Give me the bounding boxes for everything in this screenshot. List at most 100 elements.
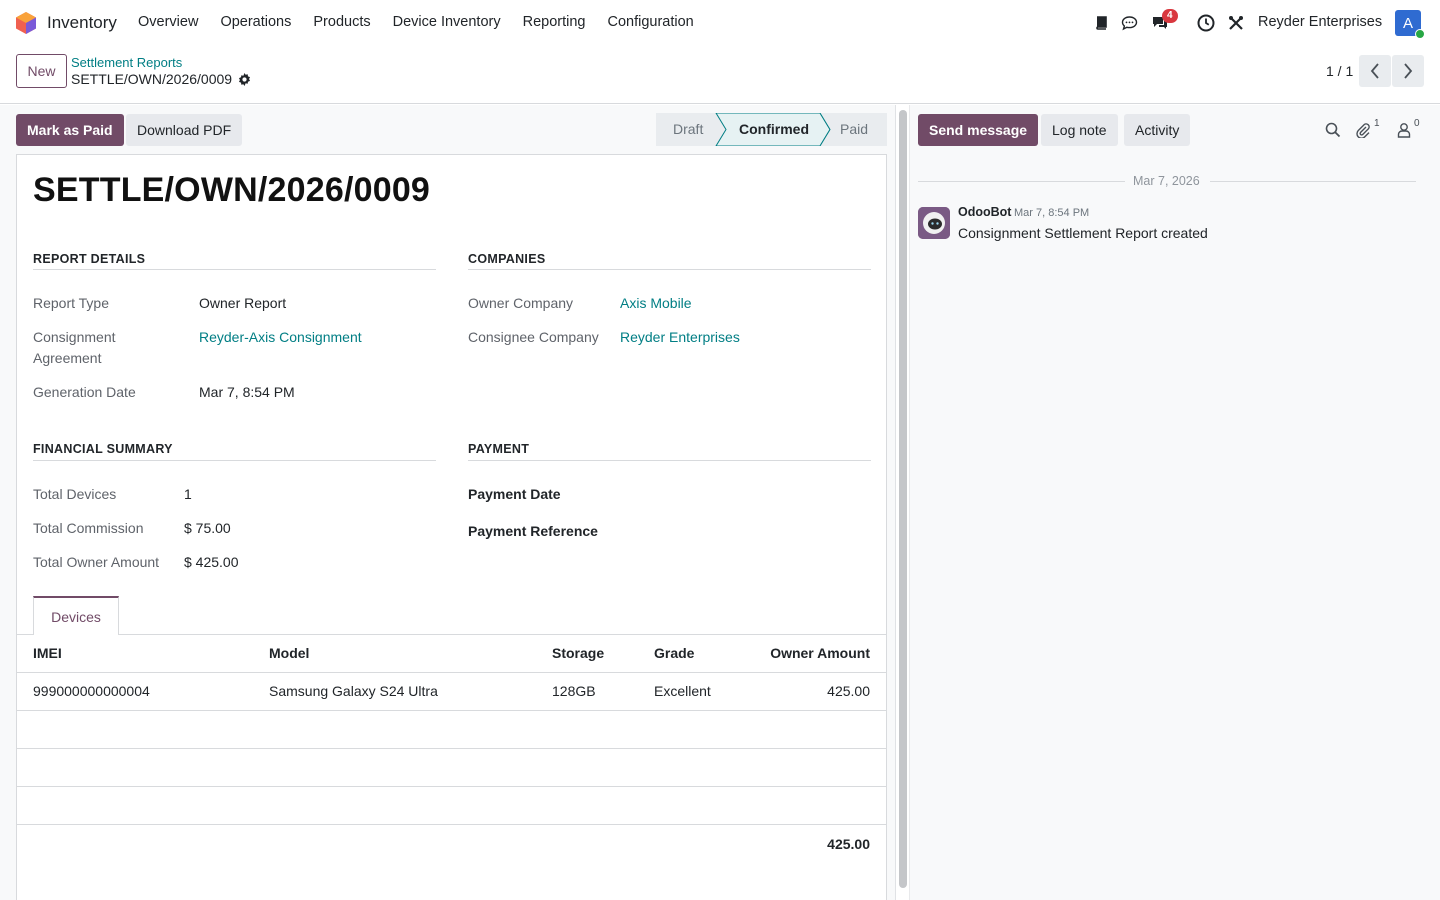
- total-commission-value: $ 75.00: [184, 520, 231, 536]
- pager-previous-button[interactable]: [1359, 55, 1391, 87]
- menu-operations[interactable]: Operations: [220, 14, 291, 30]
- user-icon: [1397, 123, 1411, 138]
- total-devices-label: Total Devices: [33, 486, 117, 502]
- message-author[interactable]: OdooBot: [958, 205, 1011, 219]
- table-total: 425.00: [827, 836, 870, 852]
- total-owner-amount-value: $ 425.00: [184, 554, 239, 570]
- user-avatar[interactable]: A: [1395, 10, 1425, 39]
- followers-button[interactable]: 0: [1397, 118, 1427, 141]
- consignee-company-link[interactable]: Reyder Enterprises: [620, 327, 740, 348]
- companies-heading: COMPANIES: [468, 252, 546, 266]
- app-name[interactable]: Inventory: [47, 13, 117, 33]
- column-owner-amount[interactable]: Owner Amount: [770, 645, 870, 661]
- financial-summary-heading: FINANCIAL SUMMARY: [33, 442, 173, 456]
- main-menu: Overview Operations Products Device Inve…: [138, 14, 716, 30]
- menu-reporting[interactable]: Reporting: [523, 14, 586, 30]
- date-separator-text: Mar 7, 2026: [1133, 174, 1200, 188]
- date-separator-line-left: [918, 181, 1125, 182]
- date-separator: Mar 7, 2026: [918, 174, 1416, 188]
- menu-device-inventory[interactable]: Device Inventory: [393, 14, 501, 30]
- agreement-label-line2: Agreement: [33, 350, 102, 366]
- report-details-divider: [33, 269, 436, 270]
- gear-icon[interactable]: [238, 72, 251, 86]
- payment-divider: [468, 460, 871, 461]
- total-owner-amount-label: Total Owner Amount: [33, 554, 160, 570]
- form-scrollbar[interactable]: [899, 110, 907, 888]
- owner-company-link[interactable]: Axis Mobile: [620, 293, 692, 314]
- attachments-count: 1: [1374, 118, 1380, 129]
- empty-table-row: [17, 749, 886, 787]
- pager-next-button[interactable]: [1392, 55, 1424, 87]
- owner-company-label: Owner Company: [468, 295, 574, 311]
- paperclip-icon: [1356, 123, 1370, 138]
- cell-owner-amount: 425.00: [827, 683, 870, 699]
- tab-devices[interactable]: Devices: [33, 596, 119, 635]
- activity-button[interactable]: Activity: [1124, 114, 1191, 146]
- column-storage[interactable]: Storage: [552, 645, 604, 661]
- empty-table-row: [17, 711, 886, 749]
- download-pdf-button[interactable]: Download PDF: [126, 114, 243, 146]
- menu-configuration[interactable]: Configuration: [607, 14, 693, 30]
- payment-heading: PAYMENT: [468, 442, 530, 456]
- search-icon[interactable]: [1325, 122, 1341, 138]
- report-type-label: Report Type: [33, 295, 110, 311]
- column-imei[interactable]: IMEI: [33, 645, 62, 661]
- date-separator-line-right: [1210, 181, 1416, 182]
- control-panel: New Settlement Reports SETTLE/OWN/2026/0…: [0, 46, 1440, 104]
- new-button[interactable]: New: [16, 54, 67, 88]
- cell-storage: 128GB: [552, 683, 596, 699]
- report-type-value[interactable]: Owner Report: [199, 293, 286, 314]
- status-paid[interactable]: Paid: [840, 121, 868, 137]
- chatter-panel: Send message Log note Activity 1 0 Mar 7…: [910, 105, 1440, 900]
- column-model[interactable]: Model: [269, 645, 309, 661]
- pager-value[interactable]: 1 / 1: [1326, 63, 1353, 79]
- total-devices-value: 1: [184, 486, 192, 502]
- breadcrumb-current-record: SETTLE/OWN/2026/0009: [71, 71, 251, 87]
- payment-reference-label: Payment Reference: [468, 523, 598, 539]
- record-name: SETTLE/OWN/2026/0009: [71, 71, 233, 87]
- send-message-button[interactable]: Send message: [918, 114, 1039, 146]
- menu-overview[interactable]: Overview: [138, 14, 198, 30]
- clock-icon[interactable]: [1196, 13, 1216, 33]
- robot-icon: [918, 207, 950, 239]
- cell-model: Samsung Galaxy S24 Ultra: [269, 683, 438, 699]
- cell-grade: Excellent: [654, 683, 711, 699]
- book-icon[interactable]: [1091, 13, 1111, 33]
- generation-date-label: Generation Date: [33, 384, 136, 400]
- form-sheet: SETTLE/OWN/2026/0009 REPORT DETAILS Repo…: [16, 154, 887, 900]
- tools-icon[interactable]: [1226, 13, 1246, 33]
- record-title: SETTLE/OWN/2026/0009: [33, 171, 431, 209]
- log-note-button[interactable]: Log note: [1041, 114, 1118, 146]
- column-grade[interactable]: Grade: [654, 645, 694, 661]
- attachments-button[interactable]: 1: [1355, 118, 1385, 141]
- messages-icon[interactable]: 4: [1150, 9, 1178, 33]
- company-switcher[interactable]: Reyder Enterprises: [1258, 14, 1382, 30]
- total-commission-label: Total Commission: [33, 520, 144, 536]
- report-details-heading: REPORT DETAILS: [33, 252, 146, 266]
- devices-table-header: IMEI Model Storage Grade Owner Amount: [17, 635, 886, 673]
- consignee-company-label: Consignee Company: [468, 329, 599, 345]
- inventory-app-icon[interactable]: [16, 12, 36, 34]
- message-date: Mar 7, 8:54 PM: [1014, 207, 1090, 219]
- status-confirmed[interactable]: Confirmed: [739, 121, 809, 137]
- odoobot-avatar[interactable]: [918, 207, 950, 239]
- companies-divider: [468, 269, 871, 270]
- form-area: Mark as Paid Download PDF Draft Confirme…: [0, 105, 895, 900]
- generation-date-value[interactable]: Mar 7, 8:54 PM: [199, 382, 295, 403]
- status-draft[interactable]: Draft: [673, 121, 703, 137]
- breadcrumb-settlement-reports[interactable]: Settlement Reports: [71, 55, 182, 70]
- financial-summary-divider: [33, 460, 436, 461]
- panel-splitter: [895, 105, 896, 900]
- message-body: Consignment Settlement Report created: [958, 225, 1208, 241]
- mark-as-paid-button[interactable]: Mark as Paid: [16, 114, 124, 146]
- cell-imei: 999000000000004: [33, 683, 150, 699]
- online-status-dot: [1415, 29, 1425, 39]
- agreement-link[interactable]: Reyder-Axis Consignment: [199, 327, 362, 348]
- chat-bubble-icon[interactable]: [1119, 13, 1139, 33]
- chevron-right-icon: [1404, 63, 1413, 79]
- followers-count: 0: [1414, 118, 1420, 129]
- menu-products[interactable]: Products: [313, 14, 370, 30]
- avatar-letter: A: [1402, 14, 1413, 32]
- top-navbar: Inventory Overview Operations Products D…: [0, 0, 1440, 46]
- table-row[interactable]: 999000000000004 Samsung Galaxy S24 Ultra…: [17, 673, 886, 711]
